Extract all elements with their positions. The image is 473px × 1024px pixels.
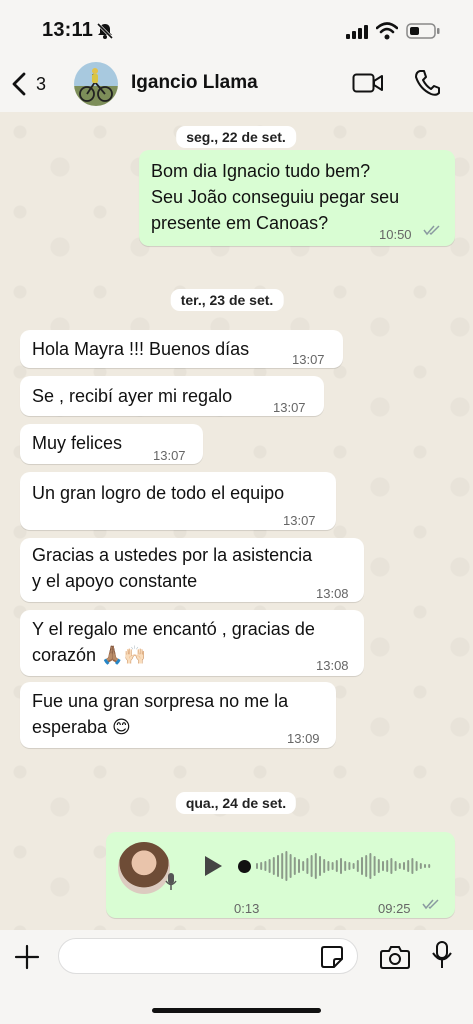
home-indicator — [152, 1008, 321, 1013]
message-text: Un gran logro de todo el equipo — [32, 483, 285, 503]
video-call-icon[interactable] — [352, 71, 384, 95]
message-incoming[interactable]: Hola Mayra !!! Buenos días 13:07 — [20, 330, 343, 368]
message-text: Hola Mayra !!! Buenos días — [32, 339, 250, 359]
voice-message[interactable]: 0:13 09:25 — [106, 832, 455, 918]
status-bar: 13:11 — [0, 0, 473, 62]
date-divider: ter., 23 de set. — [170, 289, 284, 311]
message-time: 09:25 — [378, 901, 411, 916]
message-incoming[interactable]: Se , recibí ayer mi regalo 13:07 — [20, 376, 324, 416]
mic-icon[interactable] — [431, 940, 453, 970]
message-input[interactable] — [58, 938, 358, 974]
audio-waveform[interactable] — [256, 848, 436, 884]
contact-avatar[interactable] — [74, 62, 118, 106]
message-time: 13:09 — [287, 731, 320, 746]
message-text: Se , recibí ayer mi regalo — [32, 386, 233, 406]
playback-scrubber[interactable] — [238, 860, 251, 873]
back-unread-count[interactable]: 3 — [36, 74, 46, 95]
cyclist-photo — [79, 68, 113, 102]
sender-avatar — [118, 842, 170, 894]
date-divider: qua., 24 de set. — [175, 792, 297, 814]
phone-icon[interactable] — [414, 69, 440, 97]
message-time: 13:07 — [153, 448, 186, 463]
battery-icon — [406, 23, 440, 39]
chevron-left-icon[interactable] — [10, 70, 30, 98]
plus-icon[interactable] — [14, 944, 40, 970]
message-time: 10:50 — [379, 227, 412, 242]
message-text: Muy felices — [32, 433, 123, 453]
message-incoming[interactable]: Muy felices 13:07 — [20, 424, 203, 464]
voice-duration: 0:13 — [234, 901, 260, 916]
sticker-icon[interactable] — [320, 945, 344, 969]
double-check-icon — [422, 899, 439, 910]
date-divider: seg., 22 de set. — [176, 126, 296, 148]
message-text: Gracias a ustedes por la asistencia y el… — [32, 545, 313, 591]
message-incoming[interactable]: Un gran logro de todo el equipo 13:07 — [20, 472, 336, 530]
mic-icon — [165, 873, 177, 890]
message-incoming[interactable]: Y el regalo me encantó , gracias de cora… — [20, 610, 364, 676]
double-check-icon — [423, 225, 440, 236]
message-text: Fue una gran sorpresa no me la esperaba … — [32, 691, 289, 737]
composer-bar — [0, 930, 473, 1024]
message-text: Bom dia Ignacio tudo bem? Seu João conse… — [151, 161, 400, 233]
message-incoming[interactable]: Fue una gran sorpresa no me la esperaba … — [20, 682, 336, 748]
chat-area[interactable]: seg., 22 de set. Bom dia Ignacio tudo be… — [0, 112, 473, 930]
signal-icon — [346, 25, 368, 39]
contact-name[interactable]: Igancio Llama — [131, 72, 258, 94]
message-text: Y el regalo me encantó , gracias de cora… — [32, 619, 315, 665]
wifi-icon — [376, 22, 398, 40]
bell-slash-icon — [96, 22, 114, 40]
message-outgoing[interactable]: Bom dia Ignacio tudo bem? Seu João conse… — [139, 150, 455, 246]
camera-icon[interactable] — [380, 944, 410, 970]
chat-header: 3 Igancio Llama — [0, 56, 473, 112]
message-time: 13:08 — [316, 658, 349, 673]
message-time: 13:07 — [283, 513, 316, 528]
message-time: 13:08 — [316, 586, 349, 601]
message-time: 13:07 — [273, 400, 306, 415]
status-time: 13:11 — [42, 19, 94, 41]
play-icon[interactable] — [202, 854, 224, 878]
message-time: 13:07 — [292, 352, 325, 367]
message-incoming[interactable]: Gracias a ustedes por la asistencia y el… — [20, 538, 364, 602]
